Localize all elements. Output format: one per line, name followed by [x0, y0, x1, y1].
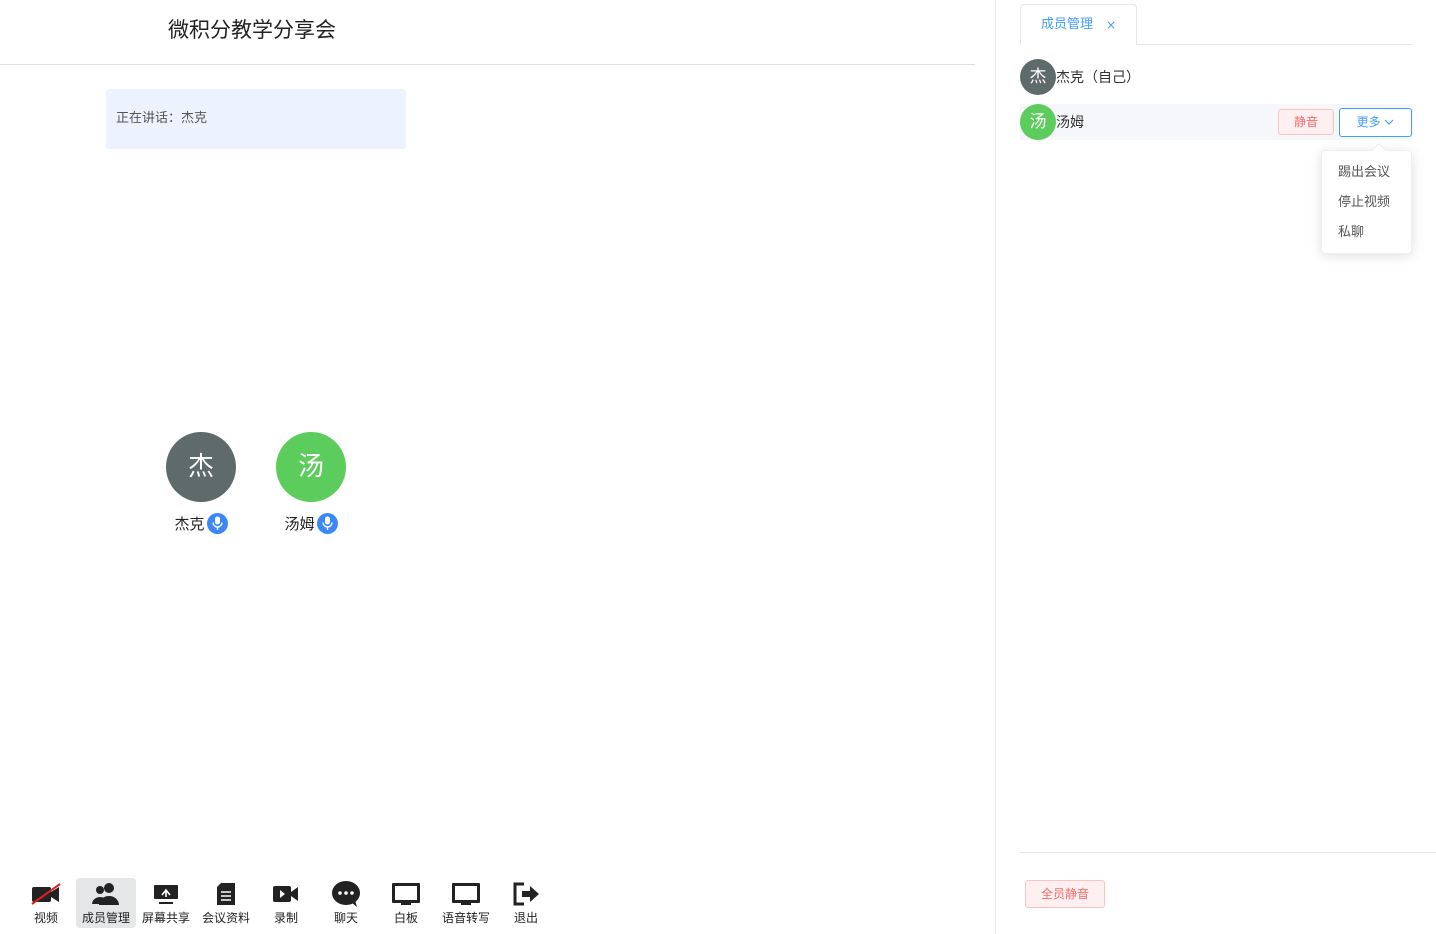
- tool-label: 聊天: [333, 911, 358, 925]
- transcribe-button[interactable]: 语音转写: [436, 878, 496, 928]
- video-button[interactable]: 视频: [16, 878, 76, 928]
- tool-label: 退出: [513, 911, 538, 925]
- menu-item-private-chat[interactable]: 私聊: [1322, 218, 1411, 248]
- participant-tile[interactable]: 杰 杰克: [141, 432, 261, 534]
- screen-share-button[interactable]: 屏幕共享: [136, 878, 196, 928]
- tool-label: 白板: [393, 911, 418, 925]
- participant-tile[interactable]: 汤 汤姆: [251, 432, 371, 534]
- tool-label: 视频: [33, 911, 58, 925]
- documents-button[interactable]: 会议资料: [196, 878, 256, 928]
- panel-footer: 全员静音: [1020, 852, 1436, 934]
- speaking-indicator: 正在讲话：杰克: [106, 89, 406, 149]
- tool-label: 会议资料: [201, 911, 250, 925]
- members-button[interactable]: 成员管理: [76, 878, 136, 928]
- tool-label: 录制: [273, 911, 298, 925]
- close-icon[interactable]: ×: [1106, 5, 1116, 45]
- meeting-app: 微积分教学分享会 正在讲话：杰克 杰 杰克 汤 汤姆 视频 成员管理 屏幕共享 …: [0, 0, 1436, 934]
- member-panel: 成员管理 × 杰 杰克（自己） 汤 汤姆 静音 更多 踢出会议 停止视频 私聊: [995, 0, 1436, 934]
- exit-button[interactable]: 退出: [496, 878, 556, 928]
- video-off-icon: [31, 881, 61, 907]
- avatar: 汤: [276, 432, 346, 502]
- tool-label: 成员管理: [81, 911, 130, 925]
- whiteboard-icon: [391, 881, 421, 907]
- menu-item-stop-video[interactable]: 停止视频: [1322, 188, 1411, 218]
- whiteboard-button[interactable]: 白板: [376, 878, 436, 928]
- members-icon: [91, 881, 121, 907]
- exit-icon: [511, 881, 541, 907]
- tool-label: 语音转写: [441, 911, 490, 925]
- main-area: 微积分教学分享会 正在讲话：杰克 杰 杰克 汤 汤姆 视频 成员管理 屏幕共享 …: [0, 0, 995, 934]
- more-dropdown-menu: 踢出会议 停止视频 私聊: [1321, 142, 1412, 254]
- record-button[interactable]: 录制: [256, 878, 316, 928]
- tab-label: 成员管理: [1041, 17, 1094, 32]
- member-name: 汤姆: [1056, 115, 1084, 131]
- document-icon: [211, 881, 241, 907]
- avatar: 汤: [1020, 104, 1056, 140]
- meeting-title: 微积分教学分享会: [168, 18, 336, 42]
- record-icon: [271, 881, 301, 907]
- dropdown-arrow: [1371, 142, 1387, 158]
- microphone-icon: [206, 513, 228, 534]
- more-label: 更多: [1356, 115, 1381, 129]
- transcribe-icon: [451, 881, 481, 907]
- avatar: 杰: [166, 432, 236, 502]
- tool-label: 屏幕共享: [141, 911, 190, 925]
- more-button[interactable]: 更多: [1339, 108, 1412, 137]
- menu-item-kick[interactable]: 踢出会议: [1322, 158, 1411, 188]
- member-row[interactable]: 汤 汤姆 静音 更多: [1020, 104, 1413, 140]
- member-row[interactable]: 杰 杰克（自己）: [1020, 59, 1413, 95]
- microphone-icon: [316, 513, 338, 534]
- panel-tabs: 成员管理 ×: [1020, 4, 1413, 45]
- participant-name: 杰克: [174, 515, 205, 533]
- mute-all-button[interactable]: 全员静音: [1025, 880, 1105, 908]
- member-name: 杰克（自己）: [1056, 70, 1140, 86]
- chat-icon: [331, 881, 361, 907]
- chevron-down-icon: [1384, 115, 1394, 129]
- mute-button[interactable]: 静音: [1278, 109, 1334, 135]
- tab-members[interactable]: 成员管理 ×: [1020, 4, 1137, 45]
- screen-share-icon: [151, 881, 181, 907]
- avatar: 杰: [1020, 59, 1056, 95]
- participant-name: 汤姆: [284, 515, 315, 533]
- bottom-toolbar: 视频 成员管理 屏幕共享 会议资料 录制 聊天 白板 语音转写 退出: [16, 878, 556, 928]
- header: 微积分教学分享会: [0, 0, 975, 65]
- chat-button[interactable]: 聊天: [316, 878, 376, 928]
